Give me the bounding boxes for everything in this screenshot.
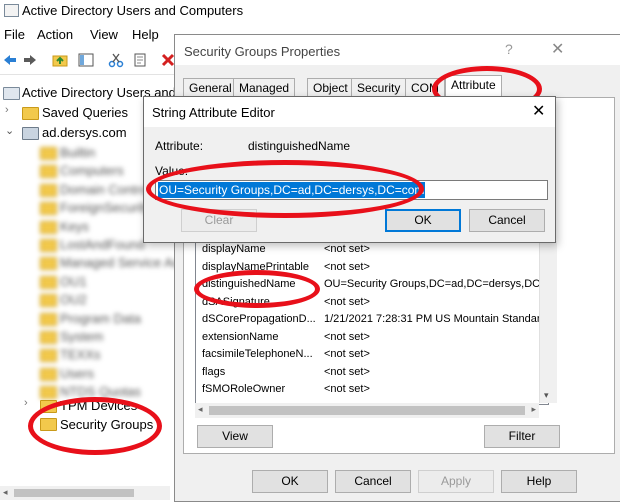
up-folder-icon[interactable]: [52, 52, 68, 68]
folder-icon: [40, 165, 57, 179]
cancel-button[interactable]: Cancel: [335, 470, 411, 493]
folder-icon: [40, 220, 57, 234]
attribute-value: <not set>: [324, 383, 370, 395]
folder-icon: [40, 183, 57, 197]
scroll-left-icon[interactable]: ◂: [198, 404, 203, 415]
aduc-app-icon: [4, 4, 19, 17]
attribute-label: Attribute:: [155, 139, 204, 153]
attribute-value: <not set>: [324, 260, 370, 273]
attributes-horizontal-scrollbar[interactable]: ◂ ▸: [195, 403, 539, 418]
tree-item-label: ad.dersys.com: [42, 125, 127, 140]
attribute-name: extensionName: [202, 330, 279, 343]
tree-horizontal-scrollbar[interactable]: ◂: [0, 486, 170, 500]
tab-security[interactable]: Security: [351, 78, 407, 97]
folder-icon: [40, 294, 57, 308]
attribute-value: 1/21/2021 7:28:31 PM US Mountain Standar…: [324, 313, 549, 325]
filter-button[interactable]: Filter: [484, 425, 560, 448]
attribute-value: <not set>: [324, 348, 370, 360]
folder-icon: [40, 312, 57, 326]
apply-button[interactable]: Apply: [418, 470, 494, 493]
copy-icon[interactable]: [132, 52, 148, 68]
cut-icon[interactable]: [108, 52, 124, 68]
tree-item-label: Builtin: [60, 145, 96, 160]
menu-help[interactable]: Help: [132, 27, 159, 42]
folder-icon: [40, 147, 57, 160]
annotation-ring-security-groups: [28, 397, 162, 455]
help-button[interactable]: Help: [501, 470, 577, 493]
annotation-ring-distinguished-name: [194, 270, 320, 308]
folder-icon: [40, 275, 57, 289]
tree-item-label: Saved Queries: [42, 105, 128, 120]
help-icon[interactable]: ?: [505, 41, 513, 57]
attribute-name: displayName: [202, 243, 266, 255]
sae-title: String Attribute Editor: [152, 105, 275, 120]
folder-icon: [22, 107, 39, 120]
mmc-window-title: Active Directory Users and Computers: [22, 3, 244, 18]
attribute-value: <not set>: [324, 243, 370, 255]
properties-title-bar: Security Groups Properties ? ✕: [175, 35, 620, 65]
attribute-value: <not set>: [324, 330, 370, 343]
attribute-name: fSMORoleOwner: [202, 383, 286, 395]
scroll-right-icon[interactable]: ▸: [531, 404, 536, 415]
menu-view[interactable]: View: [90, 27, 118, 42]
folder-icon: [40, 239, 57, 252]
folder-icon: [40, 349, 57, 363]
folder-icon: [40, 367, 57, 381]
tree-item-label: OU2: [60, 292, 87, 308]
tree-item-label: Computers: [60, 163, 124, 179]
attribute-value: <not set>: [324, 365, 370, 378]
folder-icon: [40, 331, 57, 344]
scroll-left-icon[interactable]: ◂: [3, 487, 8, 498]
properties-title: Security Groups Properties: [184, 44, 341, 59]
attribute-value: <not set>: [324, 295, 370, 308]
tab-object[interactable]: Object: [307, 78, 354, 97]
attributes-vertical-scrollbar[interactable]: ▾: [539, 241, 557, 403]
menu-action[interactable]: Action: [37, 27, 73, 42]
scroll-down-icon[interactable]: ▾: [544, 390, 549, 401]
folder-icon: [40, 257, 57, 271]
chevron-down-icon[interactable]: ⌄: [5, 124, 14, 137]
tree-item-label: System: [60, 329, 104, 344]
attribute-name: dSCorePropagationD...: [202, 313, 316, 325]
aduc-root-icon: [3, 87, 20, 100]
close-icon[interactable]: ✕: [532, 101, 545, 121]
folder-icon: [40, 386, 57, 400]
console-tree-icon[interactable]: [78, 52, 94, 68]
sae-ok-button[interactable]: OK: [385, 209, 461, 232]
attribute-value: OU=Security Groups,DC=ad,DC=dersys,DC=co…: [324, 278, 549, 290]
attribute-name: flags: [202, 365, 226, 378]
tree-item-label: LostAndFound: [60, 237, 145, 252]
sae-title-bar: String Attribute Editor ✕: [144, 97, 555, 127]
tree-item-label: TEXXs: [60, 347, 101, 363]
tree-item-label: Keys: [60, 218, 89, 234]
scrollbar-thumb[interactable]: [14, 489, 134, 497]
scrollbar-thumb[interactable]: [209, 406, 525, 415]
tree-item-label: OU1: [60, 273, 87, 289]
sae-cancel-button[interactable]: Cancel: [469, 209, 545, 232]
chevron-right-icon[interactable]: ›: [5, 104, 9, 116]
forward-arrow-icon[interactable]: [22, 52, 38, 68]
tab-managed-by[interactable]: Managed By: [233, 78, 296, 113]
view-button[interactable]: View: [197, 425, 273, 448]
chevron-right-icon[interactable]: ›: [24, 397, 28, 409]
close-icon[interactable]: ✕: [551, 39, 564, 59]
attribute-name: facsimileTelephoneN...: [202, 348, 313, 360]
tab-general[interactable]: General: [183, 78, 238, 97]
domain-icon: [22, 127, 39, 140]
back-arrow-icon[interactable]: [2, 52, 18, 68]
mmc-title-bar: Active Directory Users and Computers: [0, 0, 620, 22]
attributes-list[interactable]: displayName <not set> displayNamePrintable…: [195, 241, 549, 405]
attribute-name-value: distinguishedName: [248, 139, 351, 153]
annotation-ring-value: [146, 160, 424, 218]
ok-button[interactable]: OK: [252, 470, 328, 493]
menu-file[interactable]: File: [4, 27, 25, 42]
tree-item-label: Program Data: [60, 310, 141, 326]
folder-icon: [40, 202, 57, 216]
tree-item-label: Users: [60, 365, 94, 381]
